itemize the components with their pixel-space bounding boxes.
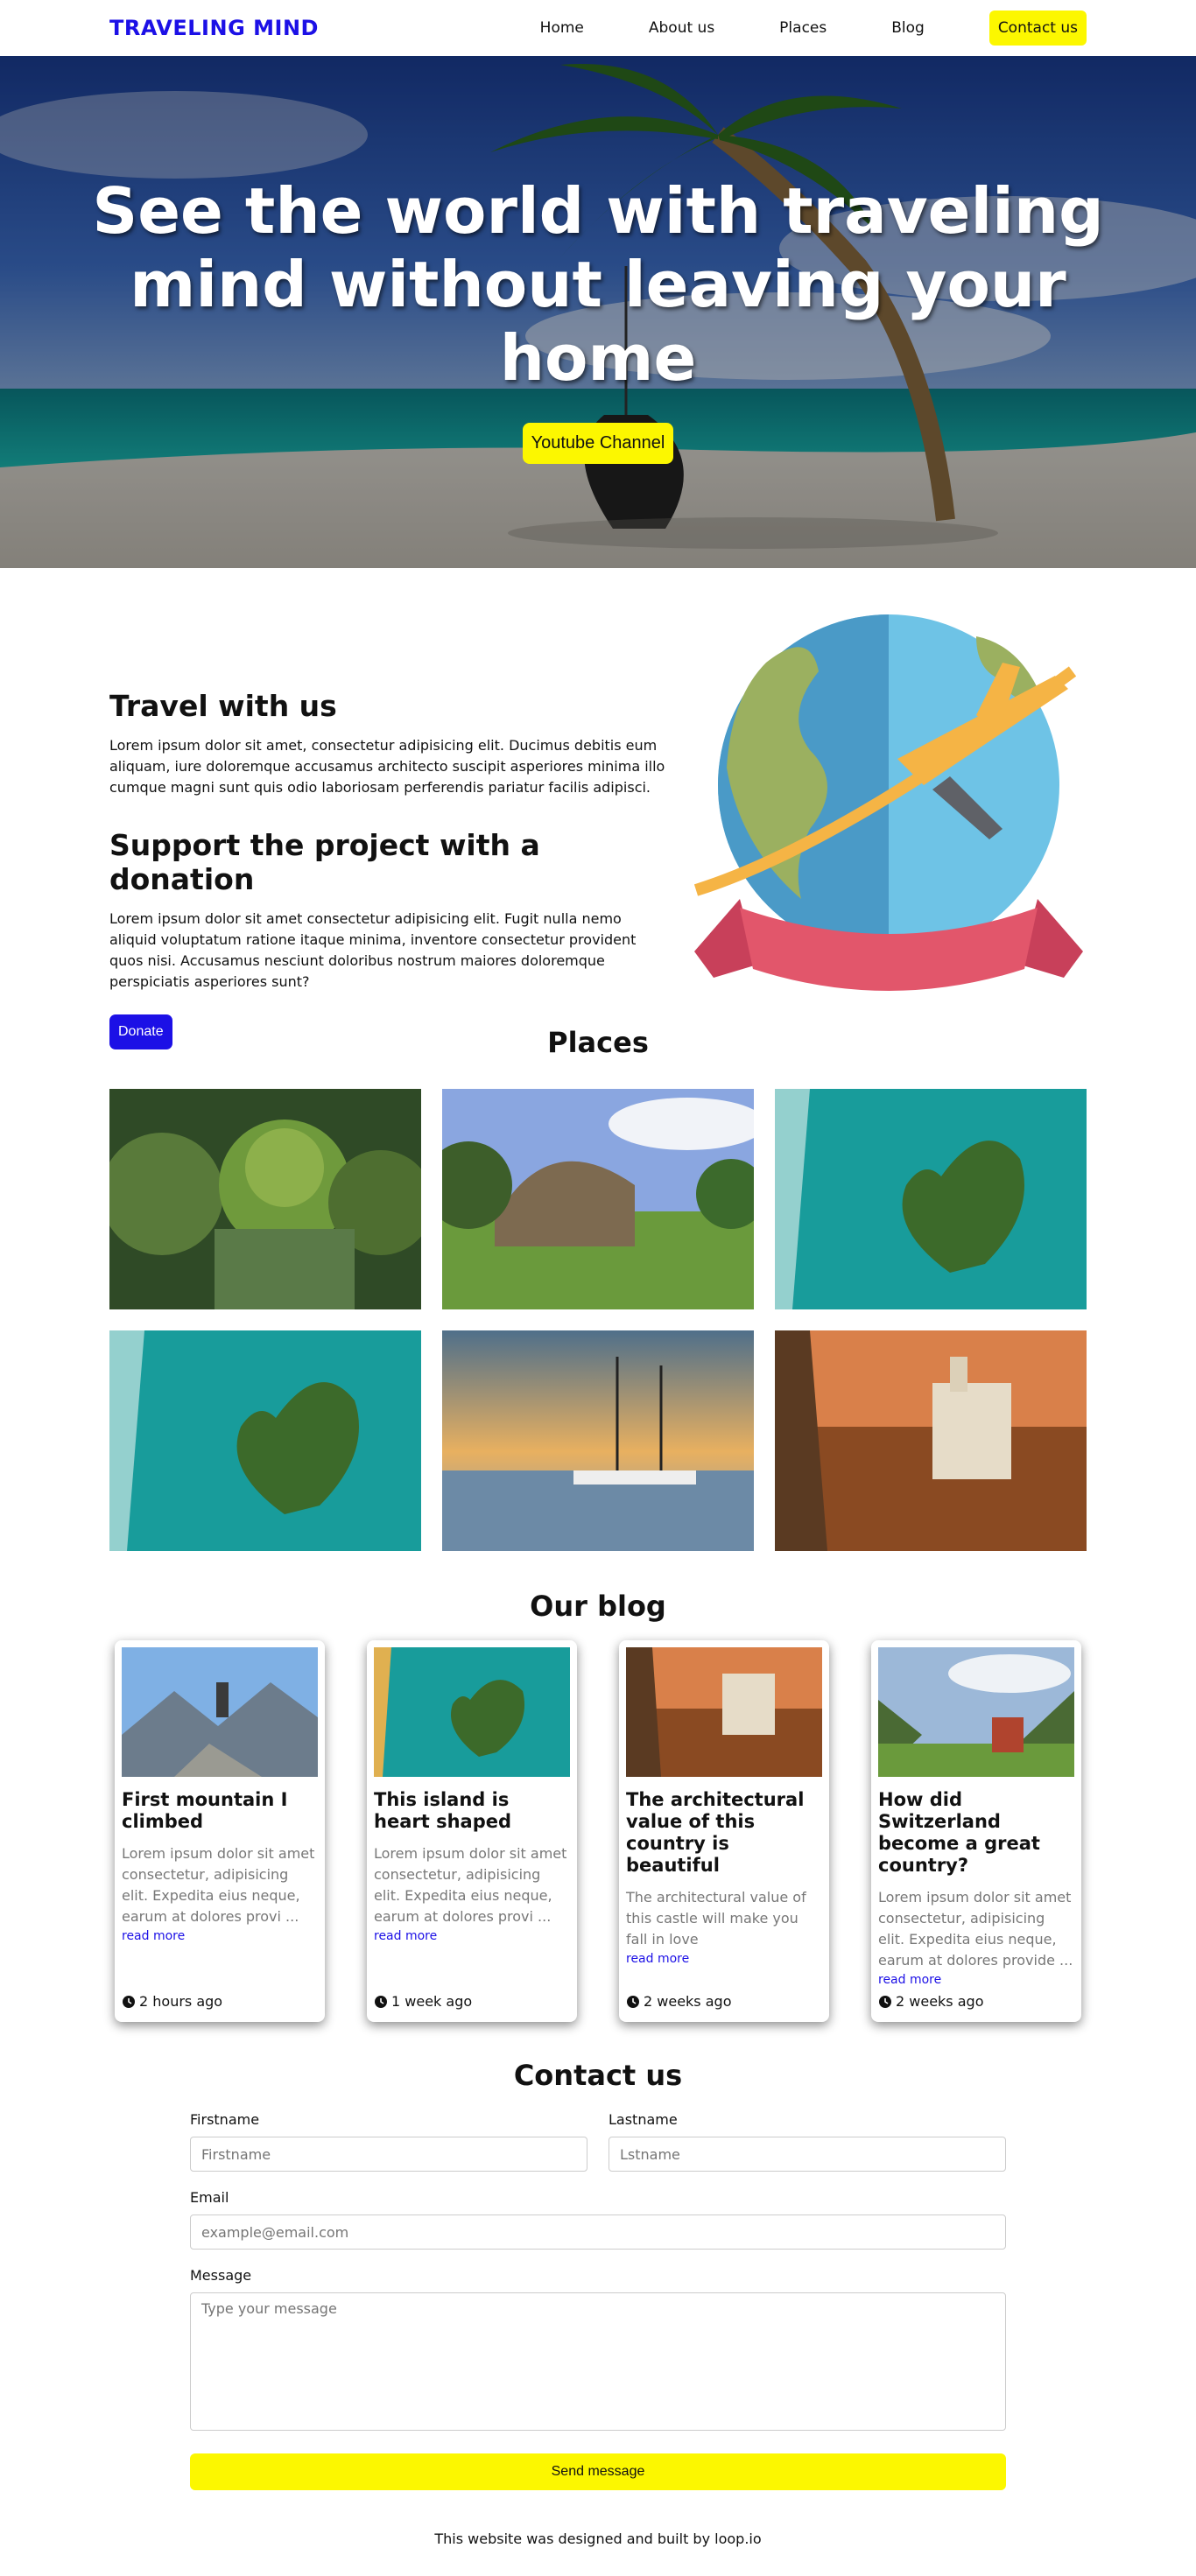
message-textarea[interactable]	[190, 2292, 1006, 2431]
blog-section: Our blog First mountain I climbed Lorem …	[0, 1551, 1196, 2022]
contact-form: Firstname Lastname Email Message Send me…	[190, 2111, 1006, 2490]
blog-card-image-mountain	[122, 1647, 318, 1777]
youtube-channel-button[interactable]: Youtube Channel	[522, 423, 674, 464]
send-message-button[interactable]: Send message	[190, 2453, 1006, 2490]
places-grid	[109, 1089, 1087, 1551]
clock-icon	[627, 1995, 639, 2008]
message-label: Message	[190, 2267, 252, 2284]
place-photo-heart-island[interactable]	[775, 1089, 1087, 1309]
blog-card-image-switzerland	[878, 1647, 1074, 1777]
donation-text: Lorem ipsum dolor sit amet consectetur a…	[109, 910, 637, 990]
blog-card[interactable]: This island is heart shaped Lorem ipsum …	[367, 1640, 577, 2022]
blog-card-time: 2 weeks ago	[896, 1993, 984, 2010]
lastname-input[interactable]	[609, 2137, 1006, 2172]
blog-card-title[interactable]: How did Switzerland become a great count…	[878, 1789, 1074, 1877]
travel-text: Lorem ipsum dolor sit amet, consectetur …	[109, 737, 665, 796]
blog-title: Our blog	[530, 1590, 666, 1623]
about-section: Travel with us Lorem ipsum dolor sit ame…	[0, 568, 1196, 1049]
read-more-link[interactable]: read more	[878, 1973, 1074, 1987]
place-photo-statues[interactable]	[109, 1089, 421, 1309]
top-navbar: TRAVELING MIND Home About us Places Blog…	[0, 0, 1196, 56]
lastname-label: Lastname	[609, 2111, 678, 2128]
place-photo-heart-island-2[interactable]	[109, 1330, 421, 1551]
blog-card[interactable]: How did Switzerland become a great count…	[871, 1640, 1081, 2022]
blog-card-time: 2 weeks ago	[644, 1993, 732, 2010]
read-more-link[interactable]: read more	[122, 1929, 318, 1943]
clock-icon	[879, 1995, 891, 2008]
nav-blog-link[interactable]: Blog	[891, 19, 925, 37]
clock-icon	[375, 1995, 387, 2008]
hero-title: See the world with traveling mind withou…	[92, 174, 1104, 395]
nav-about-link[interactable]: About us	[649, 19, 714, 37]
read-more-link[interactable]: read more	[374, 1929, 570, 1943]
nav-places-link[interactable]: Places	[779, 19, 827, 37]
blog-card-title[interactable]: First mountain I climbed	[122, 1789, 318, 1833]
footer-credit: This website was designed and built by l…	[434, 2530, 762, 2547]
places-section: Places	[0, 1026, 1196, 1551]
blog-card-title[interactable]: The architectural value of this country …	[626, 1789, 822, 1877]
contact-section: Contact us Firstname Lastname Email Mess…	[0, 2022, 1196, 2490]
site-logo[interactable]: TRAVELING MIND	[109, 16, 319, 40]
firstname-input[interactable]	[190, 2137, 587, 2172]
email-label: Email	[190, 2189, 229, 2206]
place-photo-sailboat[interactable]	[442, 1330, 754, 1551]
clock-icon	[123, 1995, 135, 2008]
place-photo-hobbit-house[interactable]	[442, 1089, 754, 1309]
blog-cards: First mountain I climbed Lorem ipsum dol…	[109, 1640, 1087, 2022]
blog-card-image-castle	[626, 1647, 822, 1777]
firstname-label: Firstname	[190, 2111, 260, 2128]
nav-links: Home About us Places Blog Contact us	[475, 11, 1087, 46]
blog-card-excerpt: Lorem ipsum dolor sit amet consectetur, …	[878, 1889, 1073, 1969]
blog-card[interactable]: First mountain I climbed Lorem ipsum dol…	[115, 1640, 325, 2022]
blog-card[interactable]: The architectural value of this country …	[619, 1640, 829, 2022]
blog-card-time: 1 week ago	[391, 1993, 473, 2010]
blog-card-excerpt: Lorem ipsum dolor sit amet consectetur, …	[122, 1845, 315, 1925]
blog-card-image-island	[374, 1647, 570, 1777]
blog-card-title[interactable]: This island is heart shaped	[374, 1789, 570, 1833]
contact-title: Contact us	[513, 2059, 683, 2092]
travel-heading: Travel with us	[109, 689, 337, 723]
place-photo-castle[interactable]	[775, 1330, 1087, 1551]
nav-contact-button[interactable]: Contact us	[988, 11, 1087, 46]
blog-card-excerpt: The architectural value of this castle w…	[626, 1889, 806, 1948]
blog-card-excerpt: Lorem ipsum dolor sit amet consectetur, …	[374, 1845, 567, 1925]
places-title: Places	[547, 1026, 649, 1059]
blog-card-time: 2 hours ago	[139, 1993, 223, 2010]
read-more-link[interactable]: read more	[626, 1952, 822, 1966]
donation-heading: Support the project with a donation	[109, 828, 540, 896]
email-input[interactable]	[190, 2215, 1006, 2250]
nav-home-link[interactable]: Home	[540, 19, 584, 37]
globe-illustration	[693, 614, 1083, 991]
hero-section: See the world with traveling mind withou…	[0, 56, 1196, 568]
